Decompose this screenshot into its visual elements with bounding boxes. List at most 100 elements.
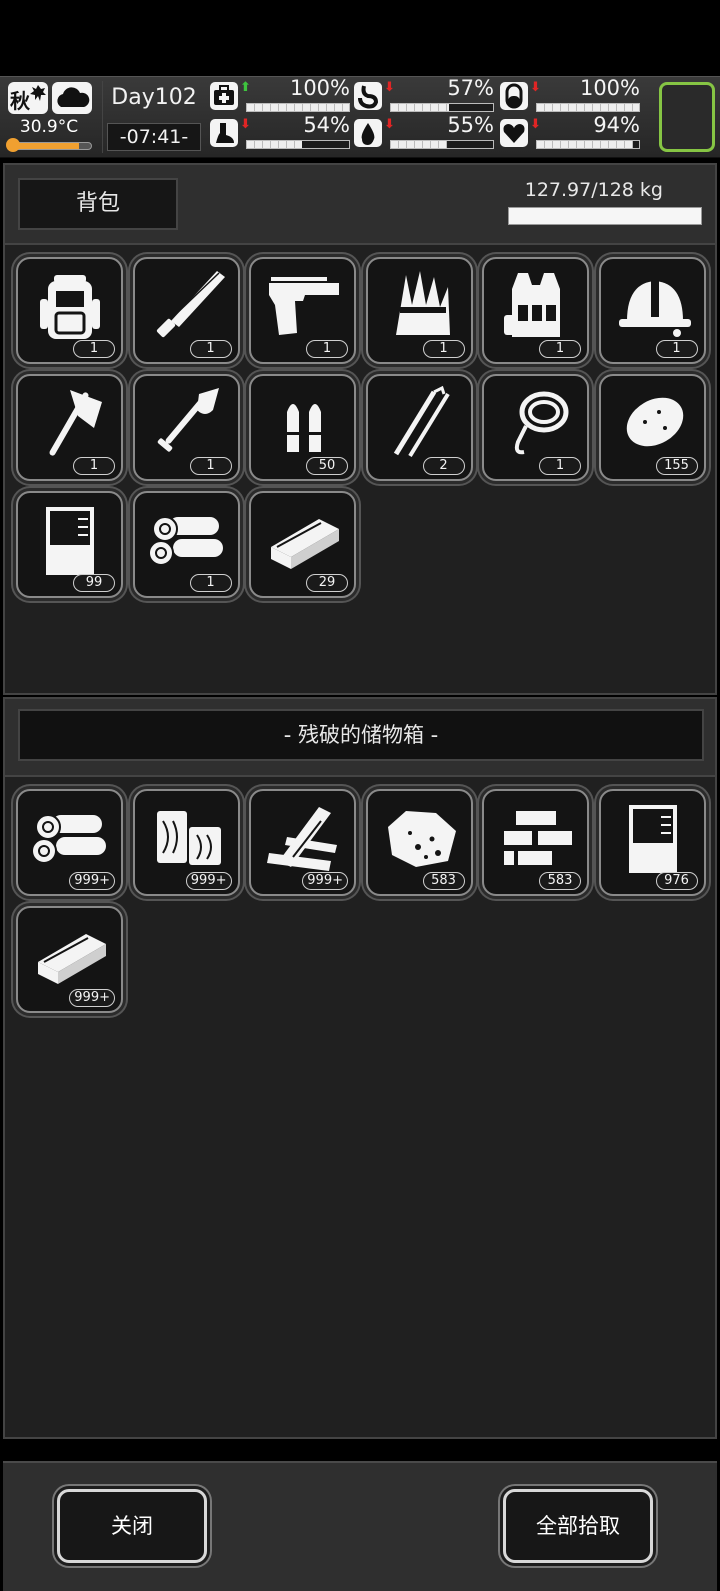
stat-mood: ⬇ 94%	[500, 113, 640, 149]
stat-value: 94%	[593, 113, 640, 137]
foot-icon	[210, 119, 238, 147]
item-slot[interactable]: 1	[482, 374, 589, 481]
item-slot[interactable]: 583	[482, 789, 589, 896]
stat-hunger: ⬇ 57%	[354, 76, 494, 112]
item-slot[interactable]: 999+	[16, 906, 123, 1013]
rope-hook-icon	[514, 391, 569, 455]
stat-bar	[390, 103, 494, 112]
item-slot[interactable]: 1	[132, 491, 240, 598]
stat-bar-fill	[537, 141, 633, 148]
temperature-readout: 30.9°C	[19, 117, 79, 137]
season-label: 秋	[10, 89, 30, 113]
item-quantity: 1	[189, 340, 232, 358]
stat-health: ⬆ 100%	[210, 76, 350, 112]
storage-panel: - 残破的储物箱 - 999+ 999+ 999+ 583 583 976 999+	[3, 697, 717, 1439]
stat-energy: ⬇ 100%	[500, 76, 640, 112]
backpack-icon	[40, 275, 100, 339]
item-quantity: 99	[73, 574, 115, 592]
item-slot[interactable]: 1	[482, 257, 589, 364]
item-slot[interactable]: 976	[598, 789, 706, 896]
item-quantity: 50	[306, 457, 348, 475]
bullets-icon	[287, 404, 321, 452]
stat-value: 57%	[447, 76, 494, 100]
stomach-icon	[354, 82, 382, 110]
item-slot[interactable]: 2	[365, 374, 473, 481]
item-slot[interactable]: 50	[249, 374, 356, 481]
item-slot[interactable]: 1	[16, 257, 123, 364]
bottom-bar: 关闭 全部拾取	[3, 1461, 717, 1591]
item-quantity: 583	[422, 872, 465, 890]
item-slot[interactable]: 1	[598, 257, 706, 364]
item-slot[interactable]: 1	[16, 374, 123, 481]
item-quantity: 1	[655, 340, 698, 358]
item-quantity: 976	[655, 872, 698, 890]
stat-bar	[246, 140, 350, 149]
medkit-icon	[210, 82, 238, 110]
stat-value: 55%	[447, 113, 494, 137]
tactical-vest-icon	[504, 273, 560, 337]
item-slot[interactable]: 155	[598, 374, 706, 481]
item-slot[interactable]: 1	[132, 257, 240, 364]
bricks-icon	[504, 811, 572, 865]
temperature-bar	[10, 142, 92, 150]
weight-bar	[508, 207, 702, 225]
item-quantity: 2	[422, 457, 465, 475]
stat-stamina: ⬇ 54%	[210, 113, 350, 149]
item-slot[interactable]: 29	[249, 491, 356, 598]
planks-icon	[267, 807, 337, 871]
close-button[interactable]: 关闭	[57, 1489, 207, 1563]
item-quantity: 1	[539, 340, 581, 358]
season-indicator: 秋	[8, 82, 48, 114]
shovel-icon	[157, 388, 219, 452]
item-quantity: 999+	[185, 872, 232, 890]
item-quantity: 1	[73, 457, 115, 475]
stat-bar	[536, 140, 640, 149]
stat-bar	[246, 103, 350, 112]
heart-icon	[500, 119, 528, 147]
item-quantity: 155	[655, 457, 698, 475]
wood-blocks-icon	[156, 811, 221, 865]
beaker-icon	[46, 507, 94, 575]
item-slot[interactable]: 99	[16, 491, 123, 598]
item-quantity: 1	[422, 340, 465, 358]
lockpick-icon	[393, 385, 450, 458]
stat-value: 100%	[289, 76, 350, 100]
item-slot[interactable]: 999+	[132, 789, 240, 896]
stat-bar	[536, 103, 640, 112]
logs-icon	[31, 814, 106, 864]
item-quantity: 1	[189, 574, 232, 592]
backpack-title: 背包	[18, 178, 178, 230]
quick-equip-slot[interactable]	[659, 82, 715, 152]
potato-icon	[626, 397, 683, 447]
trend-down-icon: ⬇	[384, 117, 395, 132]
water-drop-icon	[354, 119, 382, 147]
stat-value: 54%	[303, 113, 350, 137]
item-slot[interactable]: 1	[365, 257, 473, 364]
stat-thirst: ⬇ 55%	[354, 113, 494, 149]
item-quantity: 999+	[69, 989, 115, 1007]
trend-down-icon: ⬇	[240, 117, 251, 132]
item-quantity: 1	[73, 340, 115, 358]
straw-bundle-icon	[395, 271, 450, 335]
item-quantity: 999+	[69, 872, 115, 890]
weight-readout: 127.97/128 kg	[524, 179, 663, 201]
item-slot[interactable]: 1	[249, 257, 356, 364]
clock-time: -07:41-	[107, 123, 201, 151]
machete-icon	[156, 271, 225, 338]
leaf-icon	[30, 85, 46, 101]
iron-ingot-icon	[38, 934, 106, 984]
take-all-button[interactable]: 全部拾取	[503, 1489, 653, 1563]
day-counter: Day102	[111, 85, 197, 110]
pistol-icon	[269, 277, 339, 335]
item-slot[interactable]: 999+	[16, 789, 123, 896]
axe-icon	[49, 390, 102, 456]
trend-down-icon: ⬇	[384, 80, 395, 95]
item-slot[interactable]: 999+	[249, 789, 356, 896]
beaker-icon	[628, 805, 677, 873]
item-slot[interactable]: 1	[132, 374, 240, 481]
thermometer-icon	[6, 138, 20, 152]
cloud-icon	[57, 87, 90, 107]
ore-icon	[387, 811, 456, 867]
item-slot[interactable]: 583	[365, 789, 473, 896]
stat-bar-fill	[247, 104, 349, 111]
